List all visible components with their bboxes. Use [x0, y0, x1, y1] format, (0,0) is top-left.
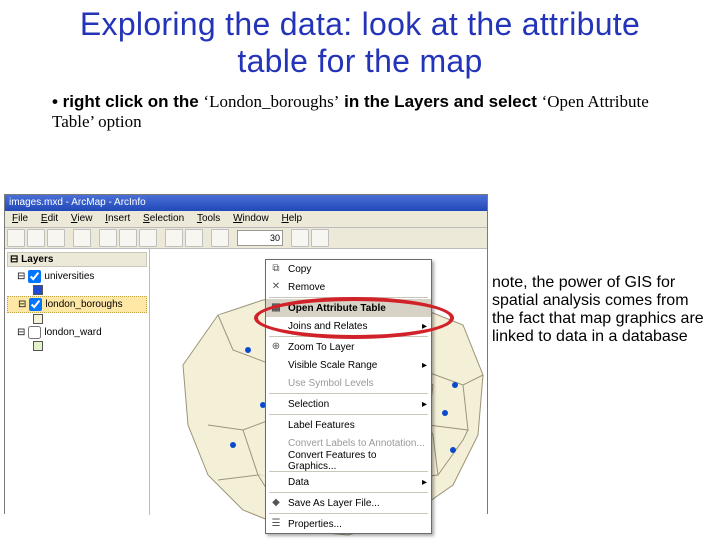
ctx-convert-features[interactable]: Convert Features to Graphics...	[266, 452, 431, 470]
ctx-label-features[interactable]: Label Features	[266, 416, 431, 434]
save-icon: ◆	[269, 496, 283, 510]
tool-new-icon[interactable]	[7, 229, 25, 247]
ctx-remove[interactable]: ✕Remove	[266, 278, 431, 296]
layer-context-menu: ⧉Copy ✕Remove ▦Open Attribute Table Join…	[265, 259, 432, 534]
polygon-symbol-icon	[33, 314, 43, 324]
window-titlebar: images.mxd - ArcMap - ArcInfo	[5, 195, 487, 211]
layer-boroughs-checkbox[interactable]	[29, 298, 42, 311]
submenu-arrow-icon: ▸	[422, 360, 427, 371]
tool-paste-icon[interactable]	[139, 229, 157, 247]
arcmap-window: images.mxd - ArcMap - ArcInfo File Edit …	[4, 194, 488, 514]
layer-london-boroughs[interactable]: ⊟ london_boroughs	[7, 296, 147, 313]
layer-universities-symbol	[7, 284, 147, 296]
ctx-open-attribute-table[interactable]: ▦Open Attribute Table	[266, 299, 431, 317]
layer-ward-symbol	[7, 340, 147, 352]
tool-add-data-icon[interactable]	[211, 229, 229, 247]
ctx-zoom-to-layer[interactable]: ⊕Zoom To Layer	[266, 338, 431, 356]
zoom-icon: ⊕	[269, 340, 283, 354]
layer-universities-checkbox[interactable]	[28, 270, 41, 283]
instruction-bullet: • right click on the ‘London_boroughs’ i…	[52, 92, 668, 132]
submenu-arrow-icon: ▸	[422, 399, 427, 410]
tool-cut-icon[interactable]	[99, 229, 117, 247]
menu-tools[interactable]: Tools	[192, 211, 225, 227]
menu-bar[interactable]: File Edit View Insert Selection Tools Wi…	[5, 211, 487, 228]
copy-icon: ⧉	[269, 262, 283, 276]
toolbar: 30	[5, 228, 487, 249]
layer-universities[interactable]: ⊟ universities	[7, 269, 147, 284]
toc-header: ⊟ Layers	[7, 252, 147, 267]
menu-window[interactable]: Window	[228, 211, 274, 227]
tool-editor-icon[interactable]	[291, 229, 309, 247]
ctx-data[interactable]: Data▸	[266, 473, 431, 491]
tool-redo-icon[interactable]	[185, 229, 203, 247]
layer-label: london_boroughs	[45, 299, 122, 310]
submenu-arrow-icon: ▸	[422, 321, 427, 332]
scale-input[interactable]: 30	[237, 230, 283, 246]
ctx-visible-scale-range[interactable]: Visible Scale Range▸	[266, 356, 431, 374]
tool-open-icon[interactable]	[27, 229, 45, 247]
tool-save-icon[interactable]	[47, 229, 65, 247]
ctx-use-symbol-levels: Use Symbol Levels	[266, 374, 431, 392]
slide-title: Exploring the data: look at the attribut…	[50, 6, 670, 80]
tool-help-icon[interactable]	[311, 229, 329, 247]
menu-help[interactable]: Help	[276, 211, 307, 227]
map-view[interactable]: ⧉Copy ✕Remove ▦Open Attribute Table Join…	[150, 249, 487, 515]
remove-icon: ✕	[269, 280, 283, 294]
layer-london-ward[interactable]: ⊟ london_ward	[7, 325, 147, 340]
menu-selection[interactable]: Selection	[138, 211, 189, 227]
ctx-selection[interactable]: Selection▸	[266, 395, 431, 413]
point-symbol-icon	[33, 285, 43, 295]
table-icon: ▦	[269, 301, 283, 315]
menu-file[interactable]: File	[7, 211, 33, 227]
layer-label: london_ward	[44, 327, 101, 338]
tool-print-icon[interactable]	[73, 229, 91, 247]
polygon-symbol-icon	[33, 341, 43, 351]
annotation-note: note, the power of GIS for spatial analy…	[492, 274, 712, 346]
tool-undo-icon[interactable]	[165, 229, 183, 247]
tool-copy-icon[interactable]	[119, 229, 137, 247]
properties-icon: ☰	[269, 517, 283, 531]
menu-view[interactable]: View	[66, 211, 98, 227]
bullet-text-2: in the Layers and select	[339, 92, 541, 111]
submenu-arrow-icon: ▸	[422, 477, 427, 488]
ctx-joins-relates[interactable]: Joins and Relates▸	[266, 317, 431, 335]
bullet-text-1: • right click on the	[52, 92, 203, 111]
menu-insert[interactable]: Insert	[100, 211, 135, 227]
ctx-save-as-layer-file[interactable]: ◆Save As Layer File...	[266, 494, 431, 512]
bullet-layer-name: ‘London_boroughs’	[203, 92, 339, 111]
ctx-properties[interactable]: ☰Properties...	[266, 515, 431, 533]
ctx-copy[interactable]: ⧉Copy	[266, 260, 431, 278]
layer-ward-checkbox[interactable]	[28, 326, 41, 339]
table-of-contents: ⊟ Layers ⊟ universities ⊟ london_borough…	[5, 249, 150, 515]
layer-boroughs-symbol	[7, 313, 147, 325]
layer-label: universities	[44, 271, 94, 282]
menu-edit[interactable]: Edit	[36, 211, 63, 227]
